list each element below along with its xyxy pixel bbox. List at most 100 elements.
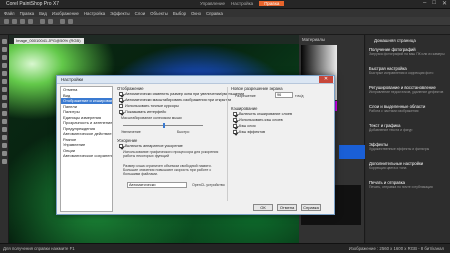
save-icon[interactable] <box>20 19 25 24</box>
menu-adjust[interactable]: Настройка <box>84 11 105 16</box>
learning-item[interactable]: Печать и отправка Печать, отправка по поч… <box>369 180 449 193</box>
ok-button[interactable]: ОК <box>253 204 273 211</box>
resolution-input[interactable]: 96 <box>275 92 293 98</box>
menu-view[interactable]: Вид <box>39 11 47 16</box>
menu-window[interactable]: Окно <box>191 11 201 16</box>
pen-tool-icon[interactable] <box>2 159 7 164</box>
category-item[interactable]: Прозрачность и затенение <box>61 120 112 126</box>
display-check-2[interactable]: Автоматически масштабировать изображения… <box>119 98 231 102</box>
crop-tool-icon[interactable] <box>2 71 7 76</box>
learning-item[interactable]: Текст и графика Добавление текста и фигур <box>369 123 449 136</box>
resolution-group-title: Новое разрешение экрана <box>231 86 283 91</box>
layer-thumbnail[interactable] <box>339 145 365 159</box>
status-help-text: Для получения справки нажмите F1 <box>3 246 75 251</box>
category-item[interactable]: Автоматическое сохранение <box>61 153 112 159</box>
fill-tool-icon[interactable] <box>2 135 7 140</box>
category-item-selected[interactable]: Отображение и кэширование <box>61 98 112 104</box>
dialog-close-icon[interactable]: ✕ <box>319 76 333 83</box>
cancel-button[interactable]: Отмена <box>277 204 297 211</box>
dodge-tool-icon[interactable] <box>2 111 7 116</box>
learning-item[interactable]: Слои и выделенные области Работа с частям… <box>369 104 449 117</box>
learning-item[interactable]: Быстрая настройка Быстрые исправления и к… <box>369 66 449 79</box>
eraser-tool-icon[interactable] <box>2 127 7 132</box>
redo-icon[interactable] <box>48 19 53 24</box>
caching-check-4[interactable]: Кэш эффектов <box>233 130 265 134</box>
clone-tool-icon[interactable] <box>2 95 7 100</box>
tools-toolbar <box>0 35 9 243</box>
dropper-tool-icon[interactable] <box>2 63 7 68</box>
caching-check-1[interactable]: Включить кэширование слоев <box>233 112 292 116</box>
tool-options-bar <box>0 26 450 35</box>
menu-selections[interactable]: Выбор <box>173 11 186 16</box>
red-eye-tool-icon[interactable] <box>2 87 7 92</box>
check-label: Автоматически масштабировать изображения… <box>125 98 232 102</box>
tab-manage[interactable]: Управление <box>200 1 225 6</box>
menu-image[interactable]: Изображение <box>52 11 79 16</box>
device-label: OpenCL устройство <box>192 183 225 187</box>
pan-tool-icon[interactable] <box>2 39 7 44</box>
open-icon[interactable] <box>12 19 17 24</box>
tab-edit[interactable]: Правка <box>259 1 285 6</box>
learning-item[interactable]: Ретуширование и восстановление Исправлени… <box>369 85 449 98</box>
shape-tool-icon[interactable] <box>2 151 7 156</box>
print-icon[interactable] <box>28 19 33 24</box>
scratch-remover-icon[interactable] <box>2 103 7 108</box>
pick-tool-icon[interactable] <box>2 47 7 52</box>
learning-list: Получение фотографий Загрузка фотографий … <box>369 47 449 199</box>
category-list: Отмена Вид Отображение и кэширование Пан… <box>60 86 113 212</box>
menu-layers[interactable]: Слои <box>135 11 145 16</box>
wheel-zoom-slider[interactable] <box>123 123 203 128</box>
menu-bar: Файл Правка Вид Изображение Настройка Эф… <box>0 9 450 17</box>
menu-objects[interactable]: Объекты <box>150 11 168 16</box>
straighten-tool-icon[interactable] <box>2 79 7 84</box>
learning-item[interactable]: Получение фотографий Загрузка фотографий … <box>369 47 449 60</box>
materials-title: Материалы <box>302 37 326 42</box>
learning-title: Домашняя страница <box>374 38 416 43</box>
category-item[interactable]: Автоматическое действие <box>61 131 112 137</box>
learning-item-sub: Печать, отправка по почте и публикация <box>369 185 433 189</box>
checkbox-icon <box>119 104 123 108</box>
caching-check-3[interactable]: Кэш слоя <box>233 124 256 128</box>
check-label: Кэш слоя <box>239 124 256 128</box>
display-check-4[interactable]: Показывать интерфейс <box>119 110 166 114</box>
menu-help[interactable]: Справка <box>206 11 223 16</box>
learning-item-sub: Загрузка фотографий на ваш ПК или из кам… <box>369 52 445 56</box>
preferences-dialog: Настройки ✕ Отмена Вид Отображение и кэш… <box>56 75 335 215</box>
display-check-3[interactable]: Использовать точные курсоры <box>119 104 179 108</box>
resolution-value: 96 <box>277 93 282 97</box>
caching-check-2[interactable]: Использовать кэш слоев <box>233 118 283 122</box>
display-check-1[interactable]: Автоматически изменить размер окна при у… <box>119 92 244 96</box>
checkbox-icon <box>119 92 123 96</box>
menu-effects[interactable]: Эффекты <box>110 11 130 16</box>
learning-item[interactable]: Дополнительные настройки Коррекция цвета … <box>369 161 449 174</box>
menu-edit[interactable]: Правка <box>20 11 35 16</box>
menu-file[interactable]: Файл <box>4 11 15 16</box>
window-controls: – □ ✕ <box>423 0 447 7</box>
learning-item-sub: Быстрые исправления и коррекция фото <box>369 71 434 75</box>
new-icon[interactable] <box>4 19 9 24</box>
resolution-label: Разрешение <box>235 94 256 98</box>
maximize-icon[interactable]: □ <box>432 0 436 7</box>
text-tool-icon[interactable] <box>2 143 7 148</box>
slider-thumb[interactable] <box>163 123 165 128</box>
learning-item-sub: Работа с частями изображения <box>369 109 419 113</box>
device-value: Автоматически <box>129 183 156 187</box>
dialog-title-bar: Настройки ✕ <box>57 76 334 84</box>
rotate-icon[interactable] <box>68 19 73 24</box>
learning-item-sub: Добавление текста и фигур <box>369 128 413 132</box>
crop-icon[interactable] <box>60 19 65 24</box>
undo-icon[interactable] <box>40 19 45 24</box>
check-label: Показывать интерфейс <box>125 110 167 114</box>
learning-item[interactable]: Эффекты Художественные эффекты и фильтры <box>369 142 449 155</box>
tab-adjust[interactable]: Настройка <box>231 1 253 6</box>
help-button[interactable]: Справка <box>301 204 321 211</box>
checkbox-icon <box>233 130 237 134</box>
accel-check[interactable]: Включить аппаратное ускорение <box>119 144 183 148</box>
paint-brush-icon[interactable] <box>2 119 7 124</box>
close-icon[interactable]: ✕ <box>442 0 447 7</box>
check-label: Включить кэширование слоев <box>239 112 292 116</box>
minimize-icon[interactable]: – <box>423 0 426 7</box>
selection-tool-icon[interactable] <box>2 55 7 60</box>
opencl-device-select[interactable]: Автоматически <box>127 182 187 188</box>
document-tab[interactable]: Image_00010041.JPG@50% (RGB) <box>14 38 84 44</box>
